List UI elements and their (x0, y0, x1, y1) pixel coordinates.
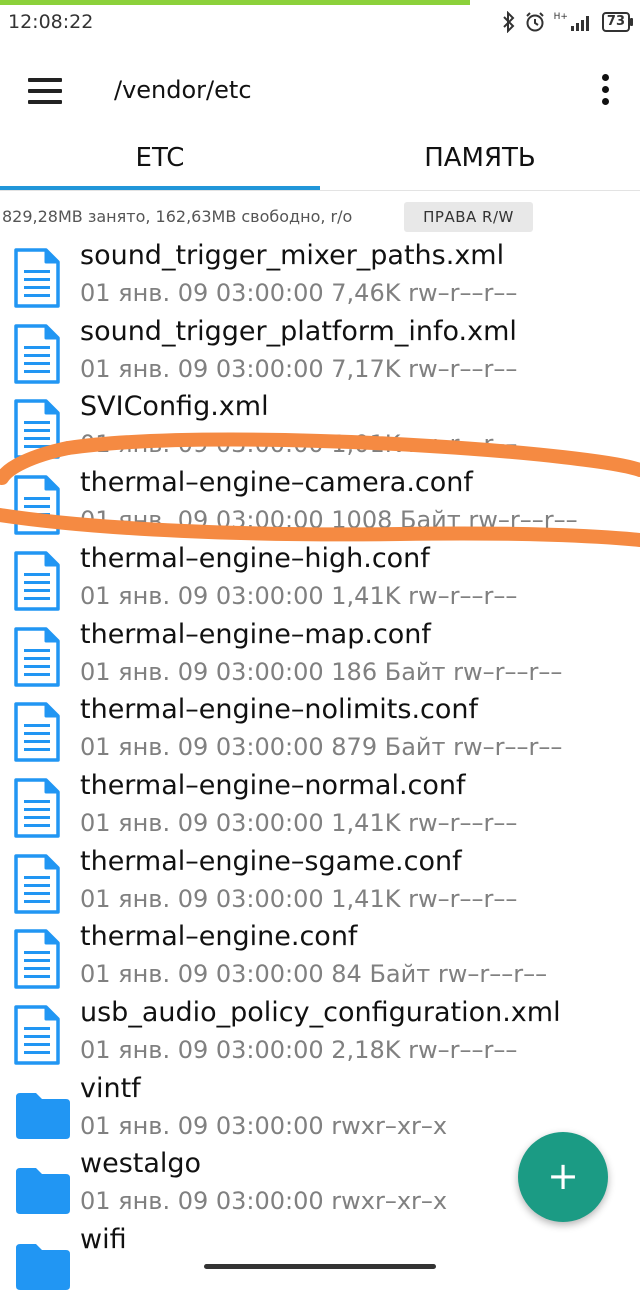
file-meta: 01 янв. 09 03:00:00 1,41K rw–r––r–– (80, 581, 518, 610)
file-document-icon (14, 853, 60, 918)
toolbar: /vendor/etc (0, 56, 640, 122)
menu-icon[interactable] (28, 78, 62, 104)
file-row[interactable]: sound_trigger_platform_info.xml 01 янв. 0… (0, 314, 640, 390)
home-indicator[interactable] (204, 1264, 436, 1269)
file-meta: 01 янв. 09 03:00:00 rwxr–xr–x (80, 1187, 448, 1216)
file-meta: 01 янв. 09 03:00:00 1008 Байт rw–r––r–– (80, 506, 578, 535)
file-meta: 01 янв. 09 03:00:00 2,18K rw–r––r–– (80, 1036, 518, 1064)
file-document-icon (14, 626, 60, 691)
add-button[interactable]: + (518, 1132, 608, 1222)
file-name: thermal–engine–camera.conf (80, 467, 473, 499)
folder-icon (14, 1164, 72, 1220)
status-bar: 12:08:22 H+ 73 (0, 5, 640, 45)
file-document-icon (14, 399, 60, 463)
file-row[interactable]: thermal–engine–nolimits.conf 01 янв. 09 0… (0, 692, 640, 768)
file-document-icon (14, 778, 60, 842)
file-document-icon (14, 475, 60, 539)
status-time: 12:08:22 (8, 11, 94, 33)
storage-info-bar: 829,28МВ занято, 162,63МВ свободно, r/o … (0, 198, 640, 236)
plus-icon: + (547, 1154, 579, 1198)
folder-icon (14, 1240, 72, 1296)
file-meta: 01 янв. 09 03:00:00 186 Байт rw–r––r–– (80, 657, 563, 686)
file-document-icon (14, 248, 60, 312)
file-name: thermal–engine–high.conf (80, 542, 430, 574)
file-name: thermal–engine–map.conf (80, 618, 431, 650)
folder-icon (14, 1089, 72, 1145)
file-name: thermal–engine.conf (80, 921, 358, 953)
file-meta: 01 янв. 09 03:00:00 1,41K rw–r––r–– (80, 808, 518, 837)
file-name: thermal–engine–sgame.conf (80, 845, 462, 877)
file-name: vintf (80, 1072, 141, 1104)
file-row[interactable]: SVIConfig.xml 01 янв. 09 03:00:00 1,01K r… (0, 389, 640, 465)
storage-info: 829,28МВ занято, 162,63МВ свободно, r/o (2, 207, 353, 226)
file-row[interactable]: thermal–engine–normal.conf 01 янв. 09 03:… (0, 768, 640, 844)
file-row[interactable]: usb_audio_policy_configuration.xml 01 янв… (0, 995, 640, 1071)
file-document-icon (14, 702, 60, 766)
alarm-icon (525, 12, 544, 32)
file-name: sound_trigger_mixer_paths.xml (80, 240, 505, 271)
file-row[interactable]: thermal–engine–sgame.conf 01 янв. 09 03:0… (0, 844, 640, 920)
tab-etc[interactable]: ETC (0, 130, 320, 190)
file-name: thermal–engine–normal.conf (80, 769, 466, 801)
battery-icon: 73 (601, 12, 634, 32)
file-document-icon (14, 323, 60, 388)
file-row[interactable]: thermal–engine–map.conf 01 янв. 09 03:00:… (0, 617, 640, 693)
file-meta: 01 янв. 09 03:00:00 7,17K rw–r––r–– (80, 354, 518, 383)
file-meta: 01 янв. 09 03:00:00 879 Байт rw–r––r–– (80, 733, 563, 762)
file-name: wifi (80, 1224, 127, 1256)
tab-memory[interactable]: ПАМЯТЬ (320, 130, 640, 190)
file-name: sound_trigger_platform_info.xml (80, 315, 517, 347)
file-row[interactable]: thermal–engine–camera.conf 01 янв. 09 03:… (0, 465, 640, 541)
network-type-label: H+ (553, 12, 568, 22)
tab-bar: ETC ПАМЯТЬ (0, 130, 640, 191)
file-name: westalgo (80, 1148, 202, 1180)
file-name: usb_audio_policy_configuration.xml (80, 997, 561, 1028)
file-row[interactable]: thermal–engine–high.conf 01 янв. 09 03:00… (0, 541, 640, 617)
folder-row[interactable]: wifi (0, 1222, 640, 1298)
file-meta: 01 янв. 09 03:00:00 84 Байт rw–r––r–– (80, 960, 548, 989)
more-vert-icon[interactable] (598, 74, 612, 108)
file-row[interactable]: sound_trigger_mixer_paths.xml 01 янв. 09 … (0, 238, 640, 314)
current-path: /vendor/etc (114, 76, 252, 104)
file-row[interactable]: thermal–engine.conf 01 янв. 09 03:00:00 8… (0, 919, 640, 995)
file-meta: 01 янв. 09 03:00:00 rwxr–xr–x (80, 1111, 448, 1140)
file-document-icon (14, 929, 60, 993)
status-icons: H+ 73 (502, 9, 634, 35)
signal-icon (570, 16, 589, 31)
rw-permissions-button[interactable]: ПРАВА R/W (404, 202, 533, 232)
bluetooth-icon (502, 11, 515, 33)
file-document-icon (14, 551, 60, 615)
file-meta: 01 янв. 09 03:00:00 7,46K rw–r––r–– (80, 279, 518, 307)
active-tab-indicator (0, 186, 320, 190)
file-meta: 01 янв. 09 03:00:00 1,41K rw–r––r–– (80, 884, 518, 913)
file-document-icon (14, 1005, 60, 1069)
file-name: SVIConfig.xml (80, 391, 269, 423)
file-name: thermal–engine–nolimits.conf (80, 694, 479, 726)
file-meta: 01 янв. 09 03:00:00 1,01K rw–r––r–– (80, 430, 518, 459)
